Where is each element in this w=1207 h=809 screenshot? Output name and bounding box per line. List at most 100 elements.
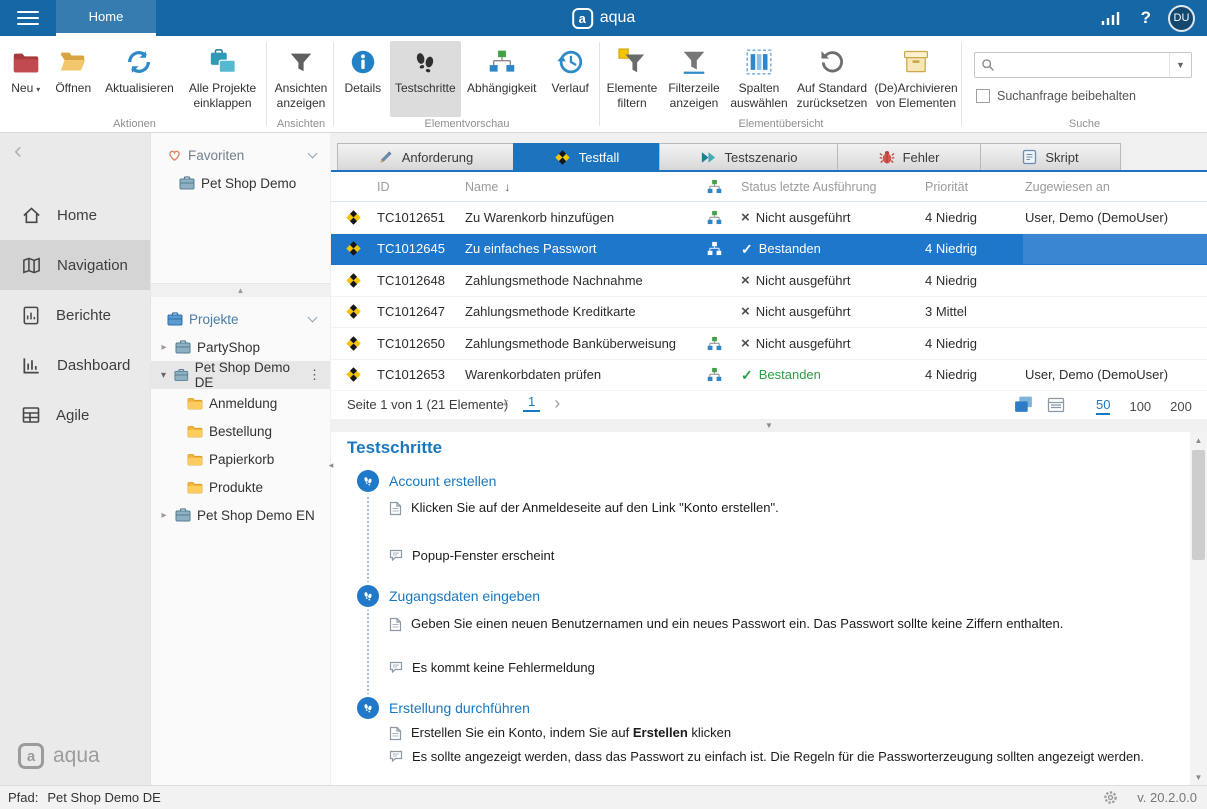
column-header-status[interactable]: Status letzte Ausführung bbox=[735, 172, 913, 201]
sort-descending-icon: ↓ bbox=[504, 180, 510, 194]
table-row[interactable]: TC1012651 Zu Warenkorb hinzufügen ×Nicht… bbox=[331, 202, 1207, 234]
scrollbar-thumb[interactable] bbox=[1192, 450, 1205, 560]
favorite-item-pet-shop-demo[interactable]: Pet Shop Demo bbox=[151, 169, 330, 197]
not-executed-icon: × bbox=[741, 273, 750, 288]
cell-prioritaet: 4 Niedrig bbox=[913, 360, 1023, 391]
sidebar-item-navigation[interactable]: Navigation bbox=[0, 240, 150, 290]
column-header-zugewiesen[interactable]: Zugewiesen an bbox=[1023, 172, 1207, 201]
expand-arrow-icon[interactable]: ▸ bbox=[159, 510, 169, 521]
sidebar-item-agile[interactable]: Agile bbox=[0, 390, 150, 440]
tab-home[interactable]: Home bbox=[56, 0, 156, 36]
elemente-filtern-button[interactable]: Elemente filtern bbox=[602, 41, 662, 117]
description-icon bbox=[389, 617, 402, 632]
verlauf-button[interactable]: Verlauf bbox=[542, 41, 598, 117]
tree-folder-papierkorb[interactable]: Papierkorb bbox=[151, 445, 330, 473]
projects-section-header[interactable]: Projekte bbox=[151, 305, 330, 333]
table-row[interactable]: TC1012647 Zahlungsmethode Kreditkarte ×N… bbox=[331, 297, 1207, 329]
table-row[interactable]: TC1012653 Warenkorbdaten prüfen ✓Bestand… bbox=[331, 360, 1207, 392]
table-row-selected[interactable]: TC1012645 Zu einfaches Passwort ✓Bestand… bbox=[331, 234, 1207, 266]
table-row[interactable]: TC1012650 Zahlungsmethode Banküberweisun… bbox=[331, 328, 1207, 360]
column-header-prioritaet[interactable]: Priorität bbox=[913, 172, 1023, 201]
aktualisieren-button[interactable]: Aktualisieren bbox=[99, 41, 180, 117]
search-dropdown-caret[interactable]: ▼ bbox=[1169, 53, 1191, 77]
history-clock-icon bbox=[555, 45, 585, 79]
teststeps-scrollbar[interactable]: ▲ ▼ bbox=[1190, 432, 1207, 785]
cell-zugewiesen bbox=[1023, 234, 1207, 265]
sidebar-item-dashboard[interactable]: Dashboard bbox=[0, 340, 150, 390]
scroll-up-arrow[interactable]: ▲ bbox=[1190, 432, 1207, 448]
settings-gear-icon[interactable] bbox=[1102, 789, 1119, 806]
alle-projekte-einklappen-button[interactable]: Alle Projekte einklappen bbox=[180, 41, 265, 117]
cell-id: TC1012651 bbox=[375, 202, 463, 233]
cell-status: ×Nicht ausgeführt bbox=[735, 202, 913, 233]
tree-item-pet-shop-demo-de[interactable]: ▾ Pet Shop Demo DE ⋮ bbox=[151, 361, 330, 389]
tree-splitter-handle[interactable]: ◂ bbox=[326, 450, 336, 480]
oeffnen-button[interactable]: Öffnen bbox=[48, 41, 99, 117]
details-button[interactable]: Details bbox=[336, 41, 390, 117]
kebab-menu-icon[interactable]: ⋮ bbox=[308, 367, 321, 383]
sidebar-collapse-button[interactable]: ‹ bbox=[14, 139, 22, 163]
user-avatar[interactable]: DU bbox=[1168, 5, 1195, 32]
testschritte-button[interactable]: Testschritte bbox=[390, 41, 461, 117]
table-row[interactable]: TC1012648 Zahlungsmethode Nachnahme ×Nic… bbox=[331, 265, 1207, 297]
column-header-hierarchy[interactable] bbox=[693, 172, 735, 201]
favorites-collapse-handle[interactable]: ▲ bbox=[151, 283, 330, 297]
scroll-down-arrow[interactable]: ▼ bbox=[1190, 769, 1207, 785]
page-size-50[interactable]: 50 bbox=[1096, 397, 1110, 415]
favorites-section-header[interactable]: Favoriten bbox=[151, 141, 330, 169]
abhaengigkeit-button[interactable]: Abhängigkeit bbox=[461, 41, 542, 117]
filterzeile-anzeigen-button[interactable]: Filterzeile anzeigen bbox=[662, 41, 726, 117]
card-view-icon[interactable] bbox=[1047, 397, 1065, 413]
tree-folder-produkte[interactable]: Produkte bbox=[151, 473, 330, 501]
teststeps-panel: Testschritte Account erstellen Klicken S… bbox=[331, 432, 1190, 785]
app-name: aqua bbox=[600, 9, 636, 27]
tab-fehler[interactable]: Fehler bbox=[837, 143, 981, 170]
help-icon[interactable]: ? bbox=[1141, 8, 1151, 28]
step-title[interactable]: Zugangsdaten eingeben bbox=[389, 588, 540, 604]
sidebar-item-berichte[interactable]: Berichte bbox=[0, 290, 150, 340]
page-size-100[interactable]: 100 bbox=[1129, 399, 1151, 414]
cell-id: TC1012650 bbox=[375, 328, 463, 359]
expand-arrow-icon[interactable]: ▸ bbox=[159, 342, 169, 353]
test-scenario-icon bbox=[700, 150, 717, 165]
reset-undo-icon bbox=[818, 45, 846, 79]
tab-testfall[interactable]: Testfall bbox=[513, 143, 660, 170]
step-title[interactable]: Account erstellen bbox=[389, 473, 496, 489]
spalten-auswaehlen-button[interactable]: Spalten auswählen bbox=[726, 41, 792, 117]
keep-query-checkbox[interactable] bbox=[976, 89, 990, 103]
step-number-icon bbox=[357, 697, 379, 719]
keep-query-checkbox-row: Suchanfrage beibehalten bbox=[976, 89, 1136, 103]
collapse-arrow-icon[interactable]: ▾ bbox=[159, 370, 168, 381]
step-title[interactable]: Erstellung durchführen bbox=[389, 700, 530, 716]
tree-item-partyshop[interactable]: ▸ PartyShop bbox=[151, 333, 330, 361]
connection-icon[interactable] bbox=[1100, 10, 1124, 27]
column-header-name[interactable]: Name↓ bbox=[463, 172, 693, 201]
panel-collapse-handle[interactable]: ▼ bbox=[331, 419, 1207, 432]
page-size-200[interactable]: 200 bbox=[1170, 399, 1192, 414]
bar-chart-icon bbox=[21, 355, 42, 376]
cell-id: TC1012645 bbox=[375, 234, 463, 265]
de-archivieren-button[interactable]: (De)Archivieren von Elementen bbox=[872, 41, 960, 117]
next-page-button[interactable]: › bbox=[554, 394, 560, 412]
ansichten-anzeigen-button[interactable]: Ansichten anzeigen bbox=[270, 41, 332, 117]
sidebar-item-home[interactable]: Home bbox=[0, 190, 150, 240]
folder-icon bbox=[187, 481, 203, 494]
auf-standard-zuruecksetzen-button[interactable]: Auf Standard zurücksetzen bbox=[792, 41, 872, 117]
tab-testszenario[interactable]: Testszenario bbox=[659, 143, 838, 170]
hamburger-menu-button[interactable] bbox=[0, 0, 56, 36]
search-input[interactable] bbox=[995, 53, 1169, 77]
column-header-id[interactable]: ID bbox=[375, 172, 463, 201]
dropdown-caret-icon: ▾ bbox=[36, 85, 40, 94]
neu-button[interactable]: Neu▾ bbox=[4, 41, 48, 117]
not-executed-icon: × bbox=[741, 336, 750, 351]
stack-view-icon[interactable] bbox=[1013, 395, 1034, 414]
tree-folder-anmeldung[interactable]: Anmeldung bbox=[151, 389, 330, 417]
tab-anforderung[interactable]: Anforderung bbox=[337, 143, 514, 170]
aqua-footer-logo: a aqua bbox=[18, 743, 100, 769]
tree-folder-bestellung[interactable]: Bestellung bbox=[151, 417, 330, 445]
tree-item-pet-shop-demo-en[interactable]: ▸ Pet Shop Demo EN bbox=[151, 501, 330, 529]
prev-page-button[interactable]: ‹ bbox=[503, 394, 509, 412]
current-page-number[interactable]: 1 bbox=[523, 394, 540, 412]
tab-skript[interactable]: Skript bbox=[980, 143, 1121, 170]
cell-id: TC1012647 bbox=[375, 297, 463, 328]
